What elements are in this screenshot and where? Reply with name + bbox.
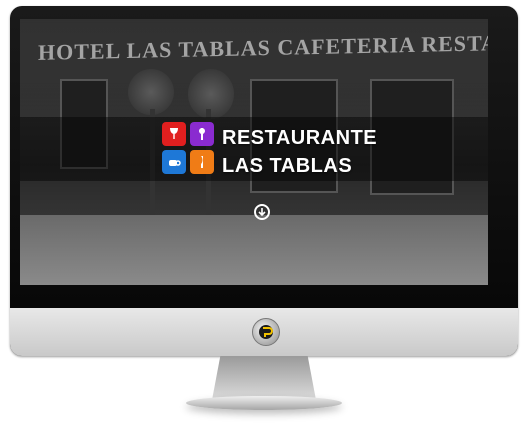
site-title-line2: LAS TABLAS: [222, 155, 353, 177]
knife-icon: [190, 150, 214, 174]
monitor-base: [186, 396, 342, 410]
cutlery-icon: [190, 122, 214, 146]
wine-glass-icon: [162, 122, 186, 146]
brand-logo-icon: [252, 318, 280, 346]
restaurant-logo: [162, 122, 214, 174]
sidewalk: [20, 215, 488, 285]
coffee-cup-icon: [162, 150, 186, 174]
tree-right: [188, 69, 234, 119]
building-sign: HOTEL LAS TABLAS CAFETERIA RESTAURANTE: [38, 28, 488, 65]
monitor-stand: [212, 356, 316, 400]
website-screen: HOTEL LAS TABLAS CAFETERIA RESTAURANTE R…: [20, 19, 488, 285]
site-title-line1: RESTAURANTE: [222, 127, 378, 149]
arrow-down-circle-icon[interactable]: [254, 204, 270, 220]
